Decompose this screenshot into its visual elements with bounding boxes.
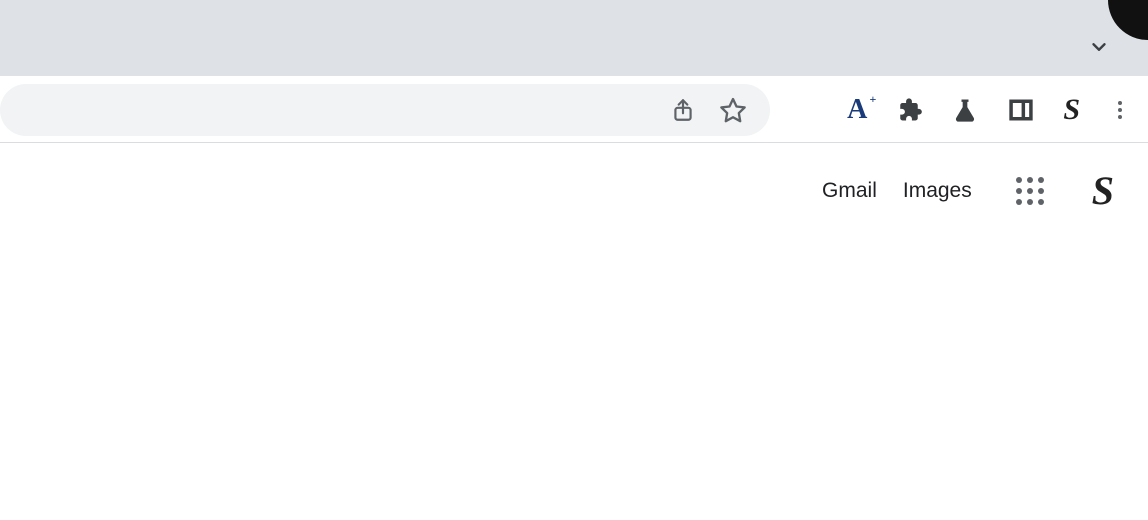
font-size-icon[interactable]: A+ xyxy=(847,94,867,126)
images-link[interactable]: Images xyxy=(903,179,972,203)
vertical-dots-icon[interactable] xyxy=(1108,98,1132,122)
side-panel-icon[interactable] xyxy=(1007,96,1035,124)
toolbar-actions: A+ S xyxy=(847,76,1132,143)
browser-toolbar: A+ S xyxy=(0,76,1148,143)
star-icon[interactable] xyxy=(718,95,748,125)
flask-icon[interactable] xyxy=(951,96,979,124)
share-icon[interactable] xyxy=(668,95,698,125)
page-header: Gmail Images S xyxy=(0,143,1148,238)
gmail-link[interactable]: Gmail xyxy=(822,179,877,203)
tab-strip xyxy=(0,0,1148,76)
chevron-down-icon[interactable] xyxy=(1088,36,1110,58)
apps-grid-icon[interactable] xyxy=(1016,177,1044,205)
puzzle-icon[interactable] xyxy=(895,96,923,124)
omnibox[interactable] xyxy=(0,84,770,136)
account-avatar[interactable]: S xyxy=(1092,167,1114,214)
profile-s-icon[interactable]: S xyxy=(1063,93,1080,127)
